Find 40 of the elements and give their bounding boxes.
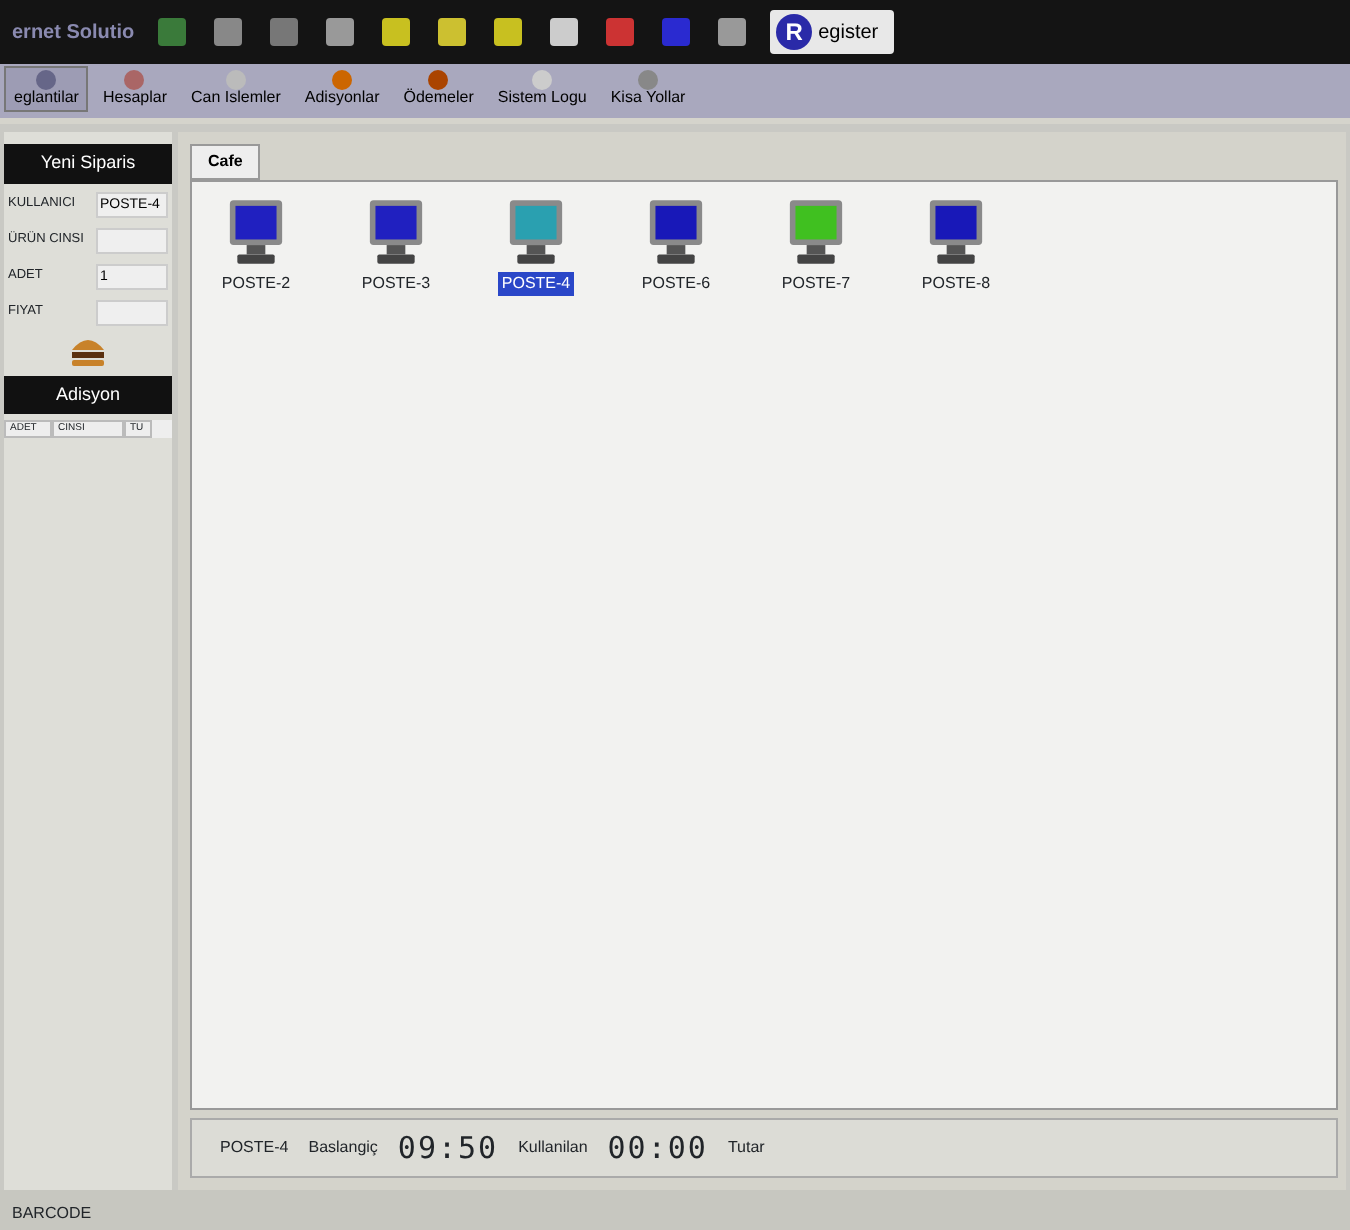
tab[interactable]: Cafe (190, 144, 261, 180)
monitor-icon[interactable] (228, 198, 284, 266)
toolbar-button[interactable]: Adisyonlar (294, 66, 390, 112)
toolbar-button[interactable]: Can Islemler (180, 66, 291, 112)
monitor-icon[interactable] (648, 198, 704, 266)
total-label: Tutar (727, 1136, 765, 1160)
station-label[interactable]: POSTE-4 (497, 272, 575, 296)
monitor-icon[interactable] (788, 198, 844, 266)
panel-title: Adisyon (4, 375, 172, 414)
monitor-icon[interactable] (508, 198, 564, 266)
station-label[interactable]: POSTE-8 (917, 272, 995, 296)
monitor-icon[interactable] (368, 198, 424, 266)
input-field[interactable] (96, 227, 168, 253)
toolbar-icon[interactable] (546, 14, 583, 50)
start-label: Baslangiç (308, 1136, 378, 1160)
toolbar-button[interactable]: Sistem Logu (487, 66, 597, 112)
monitor-icon[interactable] (928, 198, 984, 266)
toolbar-button[interactable]: Hesaplar (92, 66, 177, 112)
register-button[interactable]: R egister (770, 10, 895, 54)
toolbar-icon[interactable] (490, 14, 527, 50)
station-name: POSTE-4 (220, 1136, 289, 1160)
logo-text: ernet Solutio (12, 19, 135, 47)
toolbar-icon[interactable] (322, 14, 359, 50)
panel-title: Yeni Siparis (4, 144, 172, 183)
used-time: 00:00 (607, 1127, 708, 1170)
toolbar-icon[interactable] (434, 14, 471, 50)
barcode-label: BARCODE (12, 1204, 92, 1222)
input-field[interactable] (96, 299, 168, 325)
start-time: 09:50 (397, 1127, 499, 1170)
toolbar-button[interactable]: Kisa Yollar (600, 66, 696, 112)
used-label: Kullanilan (518, 1136, 588, 1160)
station-label[interactable]: POSTE-7 (777, 272, 855, 296)
toolbar-icon[interactable] (378, 14, 415, 50)
toolbar-button[interactable]: Ödemeler (393, 66, 484, 112)
station-label[interactable]: POSTE-6 (637, 272, 715, 296)
toolbar-icon[interactable] (210, 14, 247, 50)
toolbar-icon[interactable] (714, 14, 751, 50)
station-label[interactable]: POSTE-2 (217, 272, 295, 296)
station-label[interactable]: POSTE-3 (357, 272, 435, 296)
toolbar-button[interactable]: eglantilar (4, 66, 89, 112)
